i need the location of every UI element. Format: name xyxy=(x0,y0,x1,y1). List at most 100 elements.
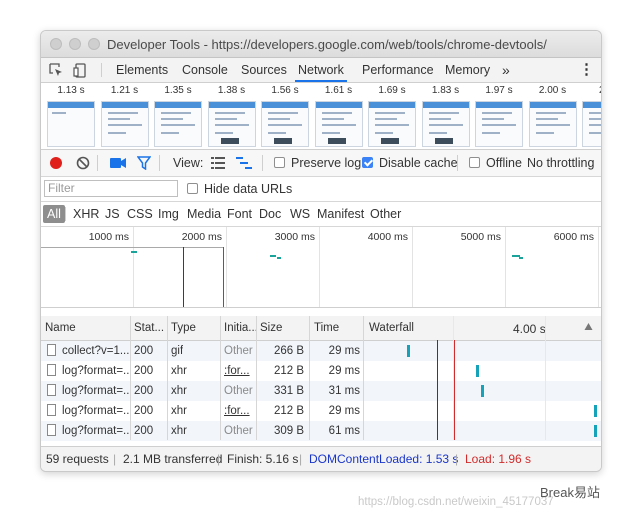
filmstrip-frame[interactable]: 1.38 s xyxy=(207,85,256,147)
column-separator[interactable] xyxy=(167,316,168,440)
column-separator[interactable] xyxy=(309,316,310,440)
frame-thumbnail[interactable] xyxy=(368,101,416,147)
filmstrip-frame[interactable]: 2.0 xyxy=(582,85,601,147)
tab-sources[interactable]: Sources xyxy=(241,58,287,82)
filter-input[interactable]: Filter xyxy=(44,180,178,197)
type-filter-manifest[interactable]: Manifest xyxy=(317,207,364,221)
filmstrip-frame[interactable]: 1.13 s xyxy=(47,85,95,147)
disable-cache-checkbox[interactable] xyxy=(362,157,373,168)
column-time[interactable]: Time xyxy=(314,322,339,334)
filmstrip-frame[interactable]: 1.97 s xyxy=(475,85,523,147)
frame-thumbnail[interactable] xyxy=(582,101,601,147)
column-separator[interactable] xyxy=(130,316,131,440)
type-filter-all[interactable]: All xyxy=(43,205,65,223)
frame-timestamp: 1.97 s xyxy=(485,85,513,96)
overview-gridline xyxy=(505,227,506,307)
thumbnail-dark-block xyxy=(381,138,399,144)
column-waterfall[interactable]: Waterfall xyxy=(369,322,414,334)
minimize-window-button[interactable] xyxy=(69,38,81,50)
tab-elements[interactable]: Elements xyxy=(116,58,168,82)
devtools-menu-button[interactable]: ⋮ xyxy=(579,58,594,82)
column-separator[interactable] xyxy=(220,316,221,440)
request-name[interactable]: log?format=... xyxy=(62,365,130,377)
offline-checkbox[interactable] xyxy=(469,157,480,168)
large-rows-icon[interactable] xyxy=(211,157,225,172)
sort-up-icon[interactable] xyxy=(584,322,593,334)
tab-performance[interactable]: Performance xyxy=(362,58,434,82)
column-type[interactable]: Type xyxy=(171,322,196,334)
waterfall-bar xyxy=(481,385,484,397)
table-row[interactable]: collect?v=1... 200 gif Other 266 B 29 ms xyxy=(41,341,601,361)
filmstrip-frame[interactable]: 1.61 s xyxy=(314,85,363,147)
type-filter-media[interactable]: Media xyxy=(187,207,221,221)
tab-console[interactable]: Console xyxy=(182,58,228,82)
clear-icon[interactable] xyxy=(76,156,90,173)
filmstrip-frame[interactable]: 1.21 s xyxy=(100,85,149,147)
frame-thumbnail[interactable] xyxy=(47,101,95,147)
timeline-overview[interactable]: 1000 ms 2000 ms 3000 ms 4000 ms 5000 ms 6000 … xyxy=(41,227,601,308)
type-filter-font[interactable]: Font xyxy=(227,207,252,221)
filmstrip-frame[interactable]: 1.56 s xyxy=(261,85,309,147)
frame-thumbnail[interactable] xyxy=(100,101,149,147)
frame-timestamp: 1.61 s xyxy=(324,85,353,96)
panel-tab-bar: Elements Console Sources Network Perform… xyxy=(41,58,601,83)
column-name[interactable]: Name xyxy=(45,322,76,334)
frame-thumbnail[interactable] xyxy=(154,101,202,147)
screenshot-filmstrip: 1.13 s 1.21 s 1.35 s 1.38 s 1.56 s 1.61 s 1.69… xyxy=(41,83,601,150)
type-filter-css[interactable]: CSS xyxy=(127,207,153,221)
frame-thumbnail[interactable] xyxy=(528,101,577,147)
frame-thumbnail[interactable] xyxy=(314,101,363,147)
type-filter-doc[interactable]: Doc xyxy=(259,207,281,221)
type-filter-other[interactable]: Other xyxy=(370,207,401,221)
record-button[interactable] xyxy=(50,157,62,169)
file-icon xyxy=(47,364,56,376)
type-filter-js[interactable]: JS xyxy=(105,207,120,221)
type-filter-ws[interactable]: WS xyxy=(290,207,310,221)
column-status[interactable]: Stat... xyxy=(134,322,164,334)
thumbnail-text-line xyxy=(52,112,66,114)
initiator-link[interactable]: :for... xyxy=(224,405,250,417)
throttling-select[interactable]: No throttling xyxy=(527,156,594,170)
status-divider: | xyxy=(217,452,221,466)
table-row[interactable]: log?format=... 200 xhr:for... 212 B 29 ms xyxy=(41,401,601,421)
filmstrip-frame[interactable]: 1.83 s xyxy=(421,85,470,147)
column-size[interactable]: Size xyxy=(260,322,282,334)
column-separator[interactable] xyxy=(363,316,364,440)
thumbnail-text-line xyxy=(268,112,298,114)
frame-thumbnail[interactable] xyxy=(261,101,309,147)
frame-timestamp: 1.13 s xyxy=(57,85,85,96)
filter-icon[interactable] xyxy=(136,156,152,173)
filmstrip-frame[interactable]: 2.00 s xyxy=(528,85,577,147)
initiator-link[interactable]: :for... xyxy=(224,365,250,377)
table-row[interactable]: log?format=... 200 xhr Other 331 B 31 ms xyxy=(41,381,601,401)
preserve-log-checkbox[interactable] xyxy=(274,157,285,168)
zoom-window-button[interactable] xyxy=(88,38,100,50)
request-name[interactable]: log?format=... xyxy=(62,405,130,417)
frame-thumbnail[interactable] xyxy=(475,101,523,147)
capture-screenshots-icon[interactable] xyxy=(110,157,126,172)
frame-thumbnail[interactable] xyxy=(421,101,470,147)
device-toolbar-icon[interactable] xyxy=(73,62,88,78)
filmstrip-frame[interactable]: 1.69 s xyxy=(368,85,416,147)
close-window-button[interactable] xyxy=(50,38,62,50)
table-row[interactable]: log?format=... 200 xhr Other 309 B 61 ms xyxy=(41,421,601,441)
inspect-element-icon[interactable] xyxy=(49,62,64,78)
table-row[interactable]: log?format=... 200 xhr:for... 212 B 29 ms xyxy=(41,361,601,381)
more-tabs-button[interactable]: » xyxy=(502,58,510,82)
frame-thumbnail[interactable] xyxy=(207,101,256,147)
request-name[interactable]: log?format=... xyxy=(62,425,130,437)
request-name[interactable]: log?format=... xyxy=(62,385,130,397)
tab-memory[interactable]: Memory xyxy=(445,58,490,82)
waterfall-view-icon[interactable] xyxy=(236,157,252,172)
type-filter-xhr[interactable]: XHR xyxy=(73,207,99,221)
filmstrip-frame[interactable]: 1.35 s xyxy=(154,85,202,147)
request-name[interactable]: collect?v=1... xyxy=(62,345,130,357)
hide-data-urls-checkbox[interactable] xyxy=(187,183,198,194)
column-initiator[interactable]: Initia... xyxy=(224,322,258,334)
column-separator[interactable] xyxy=(256,316,257,440)
thumbnail-text-line xyxy=(375,112,405,114)
view-label: View: xyxy=(173,156,204,170)
tab-network[interactable]: Network xyxy=(295,58,347,82)
type-filter-img[interactable]: Img xyxy=(158,207,179,221)
request-type: xhr xyxy=(171,365,187,377)
